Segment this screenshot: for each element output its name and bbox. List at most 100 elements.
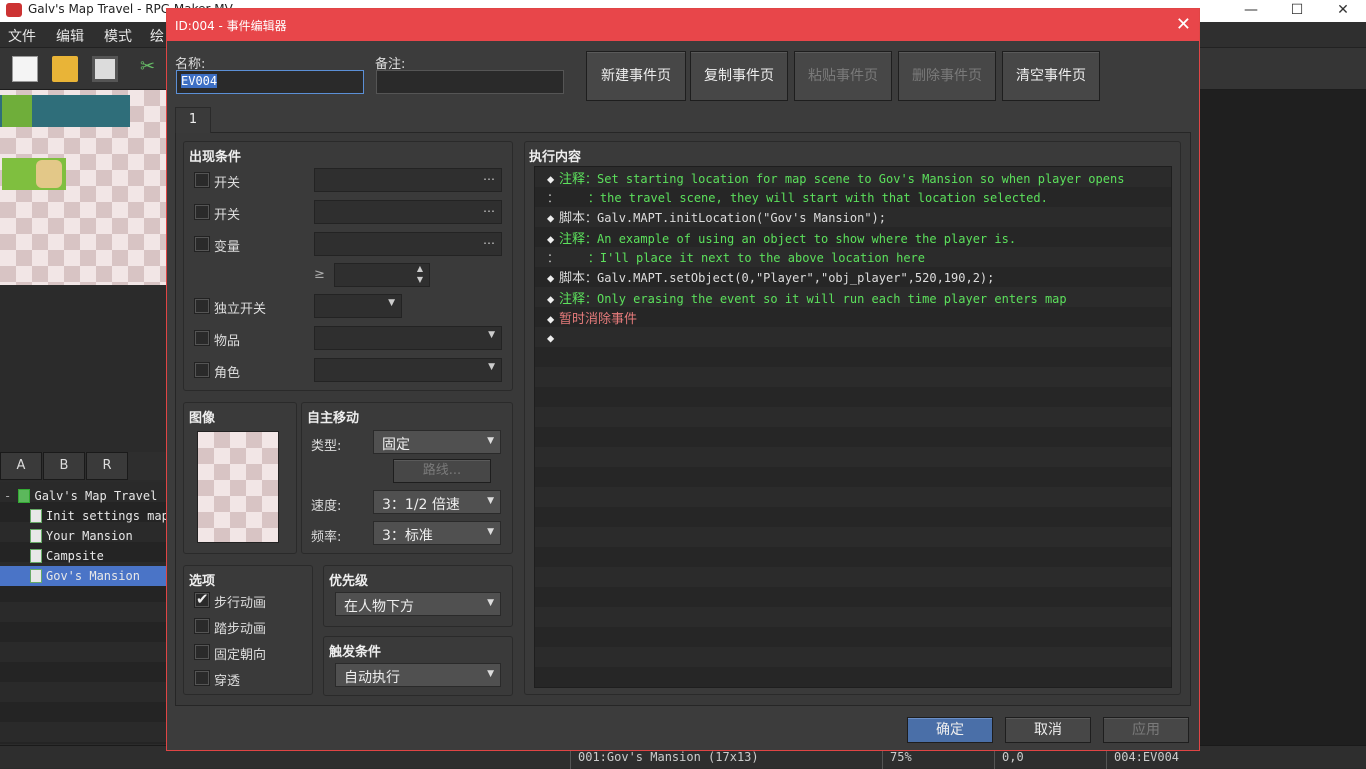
close-window-icon[interactable]: ✕ — [1320, 0, 1366, 22]
event-command-list[interactable]: ◆ 注释：Set starting location for map scene … — [534, 166, 1172, 688]
note-field[interactable] — [376, 70, 564, 94]
command-line[interactable]: ◆ 暂时消除事件 — [535, 309, 1171, 329]
walking-anim-checkbox[interactable] — [194, 590, 210, 608]
paste-page-button[interactable]: 粘贴事件页 — [794, 51, 892, 101]
through-checkbox[interactable] — [194, 670, 210, 686]
command-line[interactable]: ◆ 注释：Set starting location for map scene … — [535, 169, 1171, 189]
switch2-label: 开关 — [214, 208, 241, 223]
conditions-title: 出现条件 — [189, 150, 242, 165]
ok-button[interactable]: 确定 — [907, 717, 993, 743]
variable-value-spinner[interactable]: ▲ ▼ — [334, 263, 430, 287]
self-switch-select[interactable]: ▼ — [314, 294, 402, 318]
menu-edit[interactable]: 编辑 — [56, 26, 84, 46]
map-tree-label: Your Mansion — [46, 529, 133, 543]
variable-select[interactable]: … — [314, 232, 502, 256]
status-coord: 0,0 — [1002, 750, 1024, 764]
map-tree-item-selected[interactable]: Gov's Mansion — [0, 566, 166, 586]
map-tree-label: Init settings map — [46, 509, 166, 523]
through-label: 穿透 — [214, 674, 241, 689]
apply-button[interactable]: 应用 — [1103, 717, 1189, 743]
command-text: ：Set starting location for map scene to … — [585, 172, 1125, 186]
command-keyword: 注释 — [559, 232, 586, 247]
speed-select[interactable]: 3：1/2 倍速 ▼ — [373, 490, 501, 514]
dialog-title: ID:004 - 事件编辑器 — [175, 19, 287, 33]
switch2-checkbox[interactable] — [194, 204, 210, 220]
image-title: 图像 — [189, 411, 216, 426]
frequency-label: 频率: — [311, 530, 342, 545]
variable-label: 变量 — [214, 240, 241, 255]
command-line[interactable]: ◆ 脚本：Galv.MAPT.initLocation("Gov's Mansio… — [535, 208, 1171, 228]
command-line[interactable]: ： ：the travel scene, they will start wit… — [535, 188, 1171, 208]
menu-file[interactable]: 文件 — [8, 26, 36, 46]
actor-checkbox[interactable] — [194, 362, 210, 378]
trigger-select[interactable]: 自动执行 ▼ — [335, 663, 501, 687]
new-page-button[interactable]: 新建事件页 — [586, 51, 686, 101]
map-tree-item[interactable]: Campsite — [0, 546, 166, 566]
ellipsis-icon: … — [483, 233, 495, 247]
map-icon — [30, 569, 42, 583]
move-type-label: 类型: — [311, 439, 342, 454]
collapse-icon[interactable]: - — [4, 489, 11, 503]
self-switch-checkbox[interactable] — [194, 298, 210, 314]
item-label: 物品 — [214, 334, 241, 349]
cancel-button[interactable]: 取消 — [1005, 717, 1091, 743]
open-project-icon[interactable] — [52, 56, 78, 82]
tileset-tabs: A B R — [0, 452, 166, 480]
cut-icon[interactable]: ✂ — [140, 56, 160, 82]
minimize-icon[interactable]: — — [1228, 0, 1274, 22]
new-project-icon[interactable] — [12, 56, 38, 82]
command-marker: ◆ — [547, 331, 555, 345]
ellipsis-icon: … — [483, 201, 495, 215]
event-image-preview[interactable] — [197, 431, 279, 543]
self-switch-label: 独立开关 — [214, 302, 267, 317]
variable-checkbox[interactable] — [194, 236, 210, 252]
walking-anim-label: 步行动画 — [214, 596, 267, 611]
stepping-anim-checkbox[interactable] — [194, 618, 210, 634]
command-line[interactable]: ◆ 脚本：Galv.MAPT.setObject(0,"Player","obj_… — [535, 268, 1171, 288]
command-keyword: 注释 — [559, 172, 586, 187]
priority-select[interactable]: 在人物下方 ▼ — [335, 592, 501, 616]
app-icon — [6, 3, 22, 17]
map-tree-item[interactable]: Init settings map — [0, 506, 166, 526]
priority-title: 优先级 — [329, 574, 369, 589]
speed-value: 3：1/2 倍速 — [382, 497, 460, 513]
item-select[interactable]: ▼ — [314, 326, 502, 350]
menu-draw[interactable]: 绘 — [150, 26, 164, 46]
command-line[interactable]: ： ：I'll place it next to the above locat… — [535, 248, 1171, 268]
name-field[interactable]: EV004 — [176, 70, 364, 94]
delete-page-button[interactable]: 删除事件页 — [898, 51, 996, 101]
dialog-close-icon[interactable]: ✕ — [1176, 14, 1191, 35]
tileset-tab-a[interactable]: A — [0, 452, 42, 480]
switch2-select[interactable]: … — [314, 200, 502, 224]
command-line[interactable]: ◆ 注释：Only erasing the event so it will ru… — [535, 289, 1171, 309]
map-tree-item[interactable]: Your Mansion — [0, 526, 166, 546]
switch1-checkbox[interactable] — [194, 172, 210, 188]
copy-page-button[interactable]: 复制事件页 — [690, 51, 788, 101]
menu-mode[interactable]: 模式 — [104, 26, 132, 46]
map-sand-tile — [36, 160, 62, 188]
map-icon — [30, 529, 42, 543]
command-marker: ◆ — [547, 232, 555, 246]
event-page-tab[interactable]: 1 — [175, 107, 211, 133]
map-tree-root[interactable]: - Galv's Map Travel — [0, 486, 166, 506]
actor-select[interactable]: ▼ — [314, 358, 502, 382]
event-editor-dialog: ID:004 - 事件编辑器 ✕ 名称: EV004 备注: 新建事件页 复制事… — [166, 8, 1200, 751]
command-keyword: 脚本 — [559, 271, 586, 286]
spin-down-icon[interactable]: ▼ — [417, 275, 423, 284]
direction-fix-checkbox[interactable] — [194, 644, 210, 660]
switch1-select[interactable]: … — [314, 168, 502, 192]
maximize-icon[interactable]: ☐ — [1274, 0, 1320, 22]
command-line[interactable]: ◆ 注释：An example of using an object to sho… — [535, 229, 1171, 249]
command-text: ：I'll place it next to the above locatio… — [559, 251, 926, 265]
command-line[interactable]: ◆ — [535, 328, 1171, 348]
route-button[interactable]: 路线... — [393, 459, 491, 483]
spin-up-icon[interactable]: ▲ — [417, 264, 423, 273]
move-type-select[interactable]: 固定 ▼ — [373, 430, 501, 454]
item-checkbox[interactable] — [194, 330, 210, 346]
name-value: EV004 — [181, 74, 218, 88]
tileset-tab-r[interactable]: R — [86, 452, 128, 480]
clear-page-button[interactable]: 清空事件页 — [1002, 51, 1100, 101]
frequency-select[interactable]: 3：标准 ▼ — [373, 521, 501, 545]
save-project-icon[interactable] — [92, 56, 118, 82]
tileset-tab-b[interactable]: B — [43, 452, 85, 480]
